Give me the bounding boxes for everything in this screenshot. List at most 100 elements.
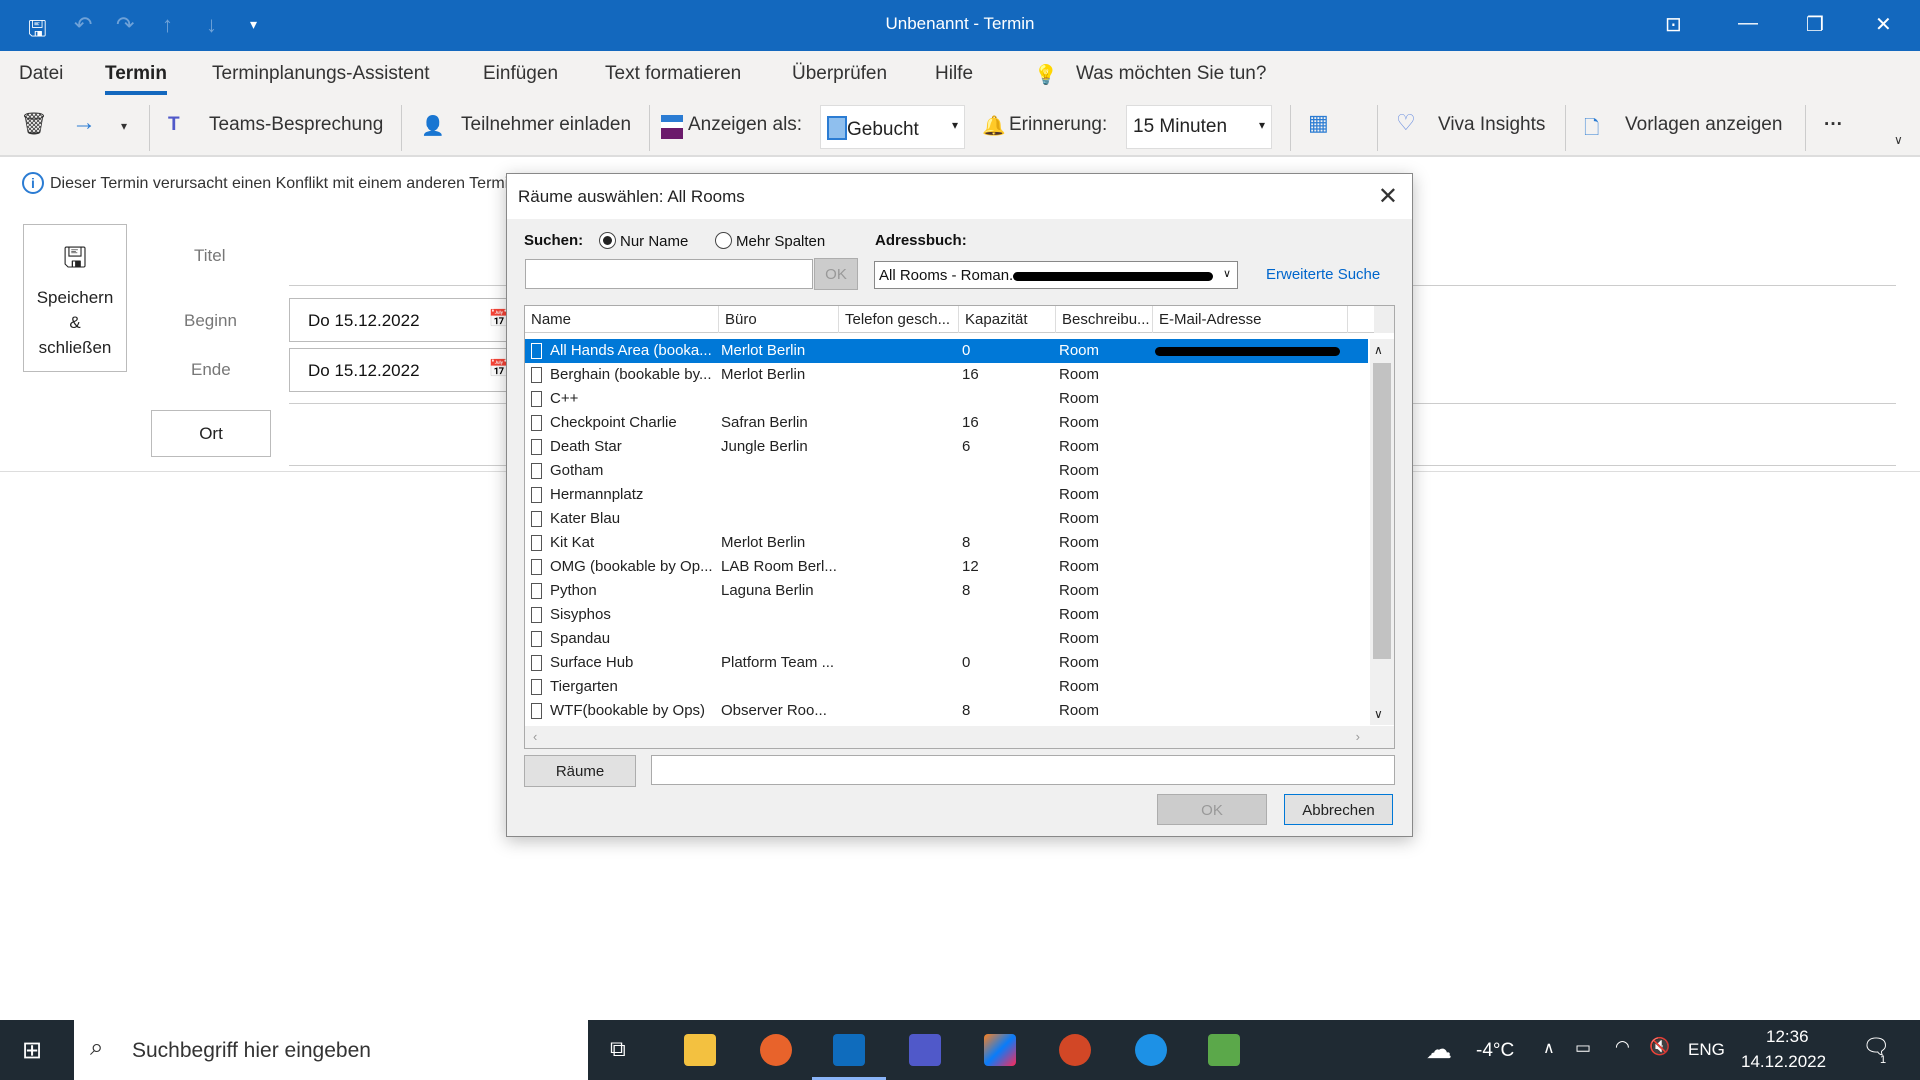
rooms-button[interactable]: Räume bbox=[524, 755, 636, 787]
cancel-button[interactable]: Abbrechen bbox=[1284, 794, 1393, 825]
search-ok-button[interactable]: OK bbox=[814, 258, 858, 290]
room-description: Room bbox=[1059, 342, 1100, 359]
scroll-right-icon[interactable]: › bbox=[1356, 729, 1360, 744]
room-capacity: 0 bbox=[962, 654, 971, 671]
list-item[interactable]: Spandau Room bbox=[525, 627, 1368, 651]
show-as-select[interactable]: Gebucht ▾ bbox=[820, 105, 965, 149]
ribbon-display-icon[interactable]: ⊡ bbox=[1665, 12, 1682, 37]
teams-meeting-button[interactable]: Teams-Besprechung bbox=[209, 114, 383, 136]
clock-time[interactable]: 12:36 bbox=[1766, 1027, 1809, 1047]
teams-icon[interactable] bbox=[909, 1034, 941, 1066]
clock-date[interactable]: 14.12.2022 bbox=[1741, 1052, 1826, 1072]
forward-icon[interactable]: → bbox=[72, 109, 96, 137]
battery-icon[interactable]: ▭ bbox=[1575, 1038, 1591, 1058]
column-phone[interactable]: Telefon gesch... bbox=[839, 306, 959, 333]
tab-terminplanung[interactable]: Terminplanungs-Assistent bbox=[212, 63, 430, 85]
more-options-button[interactable]: ··· bbox=[1824, 114, 1843, 136]
wifi-icon[interactable]: ◠ bbox=[1615, 1037, 1630, 1057]
room-icon bbox=[531, 607, 542, 623]
list-item[interactable]: Sisyphos Room bbox=[525, 603, 1368, 627]
addressbook-select[interactable]: All Rooms - Roman. ∨ bbox=[874, 261, 1238, 289]
notification-count: 1 bbox=[1880, 1054, 1887, 1066]
tab-ueberpruefen[interactable]: Überprüfen bbox=[792, 63, 887, 85]
column-capacity[interactable]: Kapazität bbox=[959, 306, 1056, 333]
list-item[interactable]: Death Star Jungle Berlin 6 Room bbox=[525, 435, 1368, 459]
outlook-icon[interactable] bbox=[833, 1034, 865, 1066]
room-office: Jungle Berlin bbox=[721, 438, 808, 455]
close-icon[interactable]: ✕ bbox=[1378, 182, 1398, 211]
task-view-icon[interactable]: ⧉ bbox=[610, 1036, 626, 1062]
restore-icon[interactable]: ❐ bbox=[1806, 12, 1824, 37]
file-explorer-icon[interactable] bbox=[684, 1034, 716, 1066]
end-date-field[interactable]: Do 15.12.2022 📅 bbox=[289, 348, 519, 392]
advanced-search-link[interactable]: Erweiterte Suche bbox=[1266, 266, 1380, 283]
viva-insights-button[interactable]: Viva Insights bbox=[1438, 114, 1545, 136]
column-email[interactable]: E-Mail-Adresse bbox=[1153, 306, 1348, 333]
scroll-up-icon[interactable]: ∧ bbox=[1374, 343, 1383, 357]
scroll-left-icon[interactable]: ‹ bbox=[533, 729, 537, 744]
docker-icon[interactable] bbox=[1135, 1034, 1167, 1066]
list-item[interactable]: Gotham Room bbox=[525, 459, 1368, 483]
taskbar-search[interactable]: ⌕ Suchbegriff hier eingeben bbox=[74, 1020, 588, 1080]
categorize-icon[interactable]: ▦ bbox=[1308, 110, 1329, 136]
room-icon bbox=[531, 439, 542, 455]
tab-einfuegen[interactable]: Einfügen bbox=[483, 63, 558, 85]
vertical-scrollbar[interactable]: ∧ ∨ bbox=[1370, 339, 1394, 725]
scroll-down-icon[interactable]: ∨ bbox=[1374, 707, 1383, 721]
list-item[interactable]: Berghain (bookable by... Merlot Berlin 1… bbox=[525, 363, 1368, 387]
start-date-field[interactable]: Do 15.12.2022 📅 bbox=[289, 298, 519, 342]
list-item[interactable]: Python Laguna Berlin 8 Room bbox=[525, 579, 1368, 603]
intellij-icon[interactable] bbox=[984, 1034, 1016, 1066]
invite-attendees-button[interactable]: Teilnehmer einladen bbox=[461, 114, 631, 136]
language-indicator[interactable]: ENG bbox=[1688, 1040, 1725, 1060]
bell-icon: 🔔 bbox=[982, 116, 1006, 137]
list-item[interactable]: Surface Hub Platform Team ... 0 Room bbox=[525, 651, 1368, 675]
radio-more-columns[interactable]: Mehr Spalten bbox=[715, 232, 825, 250]
tab-hilfe[interactable]: Hilfe bbox=[935, 63, 973, 85]
column-name[interactable]: Name bbox=[525, 306, 719, 333]
list-item[interactable]: Tiergarten Room bbox=[525, 675, 1368, 699]
close-icon[interactable]: ✕ bbox=[1875, 12, 1892, 37]
chevron-up-icon[interactable]: ∧ bbox=[1543, 1038, 1555, 1058]
delete-icon[interactable]: 🗑 bbox=[20, 111, 48, 137]
list-item[interactable]: C++ Room bbox=[525, 387, 1368, 411]
scroll-thumb[interactable] bbox=[1373, 363, 1391, 659]
tell-me-search[interactable]: Was möchten Sie tun? bbox=[1076, 63, 1266, 85]
list-item[interactable]: WTF(bookable by Ops) Observer Roo... 8 R… bbox=[525, 699, 1368, 723]
room-description: Room bbox=[1059, 390, 1100, 407]
reminder-select[interactable]: 15 Minuten ▾ bbox=[1126, 105, 1272, 149]
show-as-label: Anzeigen als: bbox=[688, 114, 803, 135]
weather-icon[interactable]: ☁ bbox=[1426, 1034, 1452, 1065]
windows-start-icon[interactable]: ⊞ bbox=[22, 1036, 42, 1065]
firefox-icon[interactable] bbox=[760, 1034, 792, 1066]
list-item[interactable]: OMG (bookable by Op... LAB Room Berl... … bbox=[525, 555, 1368, 579]
redaction bbox=[1155, 347, 1340, 356]
collapse-ribbon-icon[interactable]: ∨ bbox=[1894, 133, 1903, 147]
room-name: WTF(bookable by Ops) bbox=[550, 702, 706, 719]
horizontal-scrollbar[interactable]: ‹ › bbox=[525, 726, 1394, 748]
column-office[interactable]: Büro bbox=[719, 306, 839, 333]
notepad-icon[interactable] bbox=[1208, 1034, 1240, 1066]
location-button[interactable]: Ort bbox=[151, 410, 271, 457]
volume-muted-icon[interactable]: 🔇 bbox=[1649, 1037, 1670, 1057]
room-name: Kit Kat bbox=[550, 534, 595, 551]
radio-name-only[interactable]: Nur Name bbox=[599, 232, 688, 250]
ok-button[interactable]: OK bbox=[1157, 794, 1267, 825]
list-item[interactable]: All Hands Area (booka... Merlot Berlin 0… bbox=[525, 339, 1368, 363]
minimize-icon[interactable]: — bbox=[1738, 12, 1758, 35]
tab-datei[interactable]: Datei bbox=[19, 63, 63, 85]
tab-termin[interactable]: Termin bbox=[105, 63, 167, 95]
view-templates-button[interactable]: Vorlagen anzeigen bbox=[1625, 114, 1782, 136]
search-input[interactable] bbox=[525, 259, 813, 289]
list-item[interactable]: Hermannplatz Room bbox=[525, 483, 1368, 507]
powerpoint-icon[interactable] bbox=[1059, 1034, 1091, 1066]
rooms-input[interactable] bbox=[651, 755, 1395, 785]
forward-dropdown-icon[interactable]: ▾ bbox=[121, 119, 127, 133]
list-item[interactable]: Kit Kat Merlot Berlin 8 Room bbox=[525, 531, 1368, 555]
tab-text-formatieren[interactable]: Text formatieren bbox=[605, 63, 741, 85]
save-close-button[interactable]: 🖫 Speichern & schließen bbox=[23, 224, 127, 372]
temperature[interactable]: -4°C bbox=[1476, 1040, 1514, 1062]
list-item[interactable]: Checkpoint Charlie Safran Berlin 16 Room bbox=[525, 411, 1368, 435]
column-description[interactable]: Beschreibu... bbox=[1056, 306, 1153, 333]
list-item[interactable]: Kater Blau Room bbox=[525, 507, 1368, 531]
